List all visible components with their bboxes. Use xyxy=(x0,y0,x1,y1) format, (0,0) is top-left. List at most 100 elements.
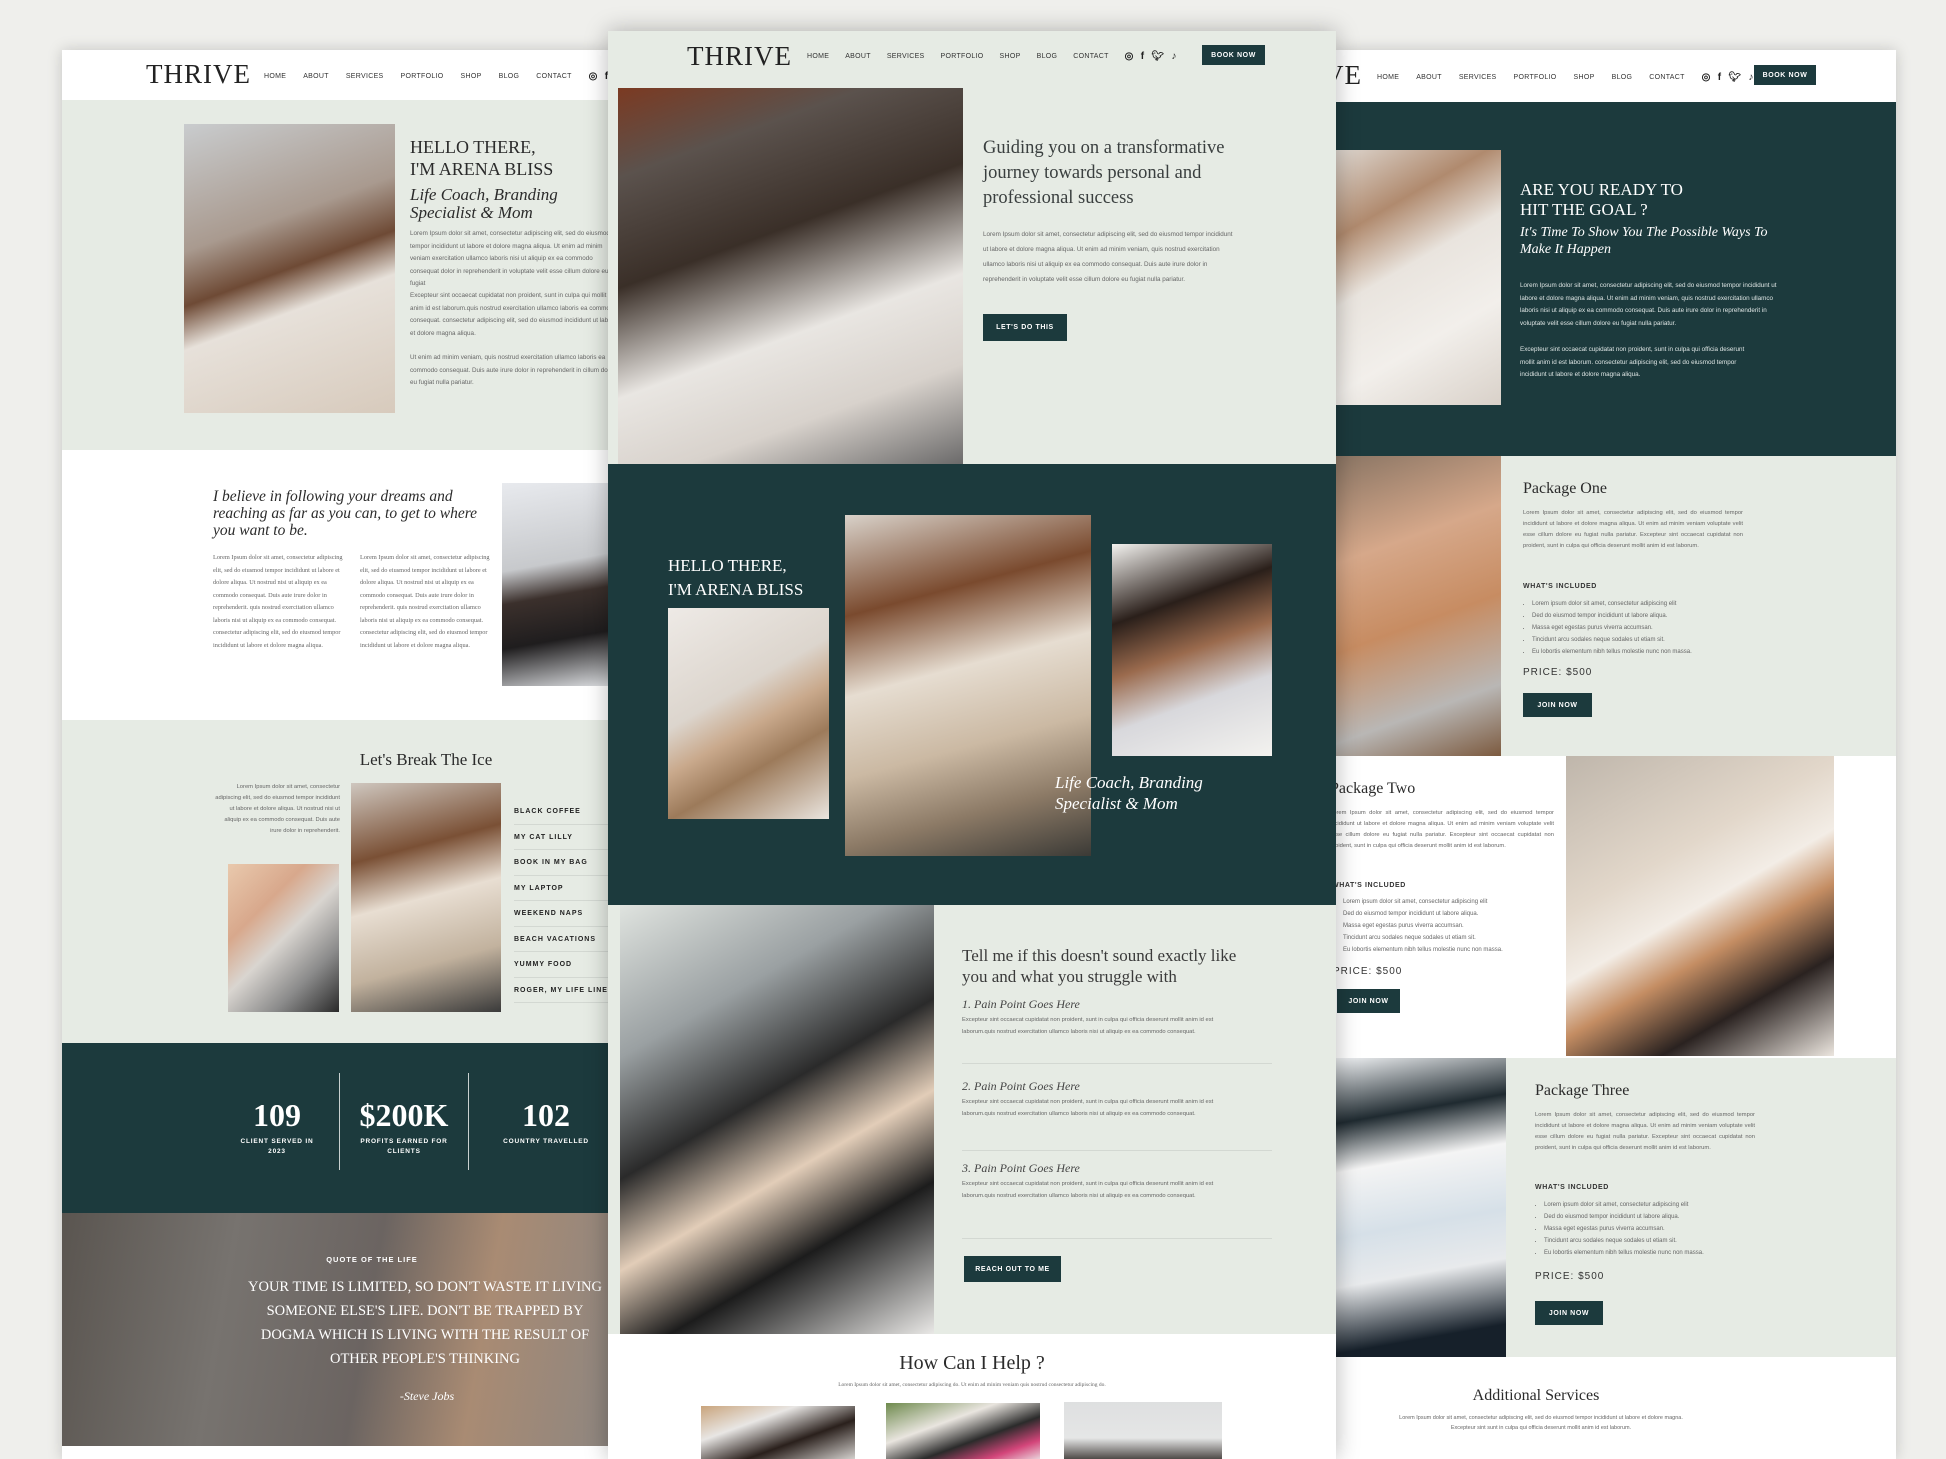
hero-subtitle: Life Coach, Branding Specialist & Mom xyxy=(410,185,558,222)
photo-woman-plants xyxy=(1336,150,1501,405)
package-price: PRICE: $500 xyxy=(1535,1271,1605,1282)
photo-reading-book xyxy=(1566,756,1834,1056)
nav-shop[interactable]: SHOP xyxy=(1000,53,1021,60)
package-description: Lorem Ipsum dolor sit amet, consectetur … xyxy=(1336,810,1554,849)
included-label: WHAT'S INCLUDED xyxy=(1535,1184,1609,1191)
included-label: WHAT'S INCLUDED xyxy=(1336,882,1406,889)
facebook-icon[interactable]: f xyxy=(1718,72,1722,83)
nav-contact[interactable]: CONTACT xyxy=(1073,53,1108,60)
intro-subtitle: Life Coach, Branding Specialist & Mom xyxy=(1055,773,1203,813)
tiktok-icon[interactable]: ♪ xyxy=(1748,72,1753,83)
facebook-icon[interactable]: f xyxy=(1141,51,1145,62)
intro-section: HELLO THERE, I'M ARENA BLISS Life Coach, … xyxy=(608,464,1336,905)
goal-section: ARE YOU READY TO HIT THE GOAL ? It's Time… xyxy=(1336,102,1896,456)
photo-woman-reading xyxy=(351,783,501,1012)
logo[interactable]: THRIVE xyxy=(1336,60,1362,91)
favorite-item: YUMMY FOOD xyxy=(514,952,610,978)
photo-woman-laptop-floor xyxy=(618,88,963,464)
nav-blog[interactable]: BLOG xyxy=(499,73,520,80)
nav-services[interactable]: SERVICES xyxy=(346,73,384,80)
main-nav: HOME ABOUT SERVICES PORTFOLIO SHOP BLOG CONTAC… xyxy=(264,71,608,82)
included-item: Massa eget egestas purus viverra accumsa… xyxy=(1532,622,1763,634)
included-item: Lorem ipsum dolor sit amet, consectetur … xyxy=(1544,1199,1775,1211)
favorites-list: BLACK COFFEE MY CAT LILLY BOOK IN MY BAG MY… xyxy=(514,799,610,1003)
nav-about[interactable]: ABOUT xyxy=(303,73,329,80)
nav-shop[interactable]: SHOP xyxy=(1574,74,1595,81)
nav-home[interactable]: HOME xyxy=(1377,74,1399,81)
social-icons: ◎ f 🐦︎ ♪ xyxy=(1702,72,1754,83)
site-header: THRIVE HOME ABOUT SERVICES PORTFOLIO SHOP BLO… xyxy=(1336,50,1896,102)
social-icons: ◎ f xyxy=(589,71,609,82)
nav-services[interactable]: SERVICES xyxy=(887,53,925,60)
instagram-icon[interactable]: ◎ xyxy=(1702,72,1711,83)
instagram-icon[interactable]: ◎ xyxy=(1125,51,1134,62)
join-now-button[interactable]: JOIN NOW xyxy=(1535,1301,1603,1325)
nav-portfolio[interactable]: PORTFOLIO xyxy=(401,73,444,80)
intro-title: HELLO THERE, I'M ARENA BLISS xyxy=(668,556,804,599)
nav-services[interactable]: SERVICES xyxy=(1459,74,1497,81)
book-now-button[interactable]: BOOK NOW xyxy=(1202,45,1265,65)
tiktok-icon[interactable]: ♪ xyxy=(1171,51,1176,62)
package-description: Lorem Ipsum dolor sit amet, consectetur … xyxy=(1535,1112,1755,1151)
package-two-section: Package Two Lorem Ipsum dolor sit amet, … xyxy=(1336,756,1896,1058)
nav-contact[interactable]: CONTACT xyxy=(1649,74,1684,81)
photo-book-flatlay xyxy=(228,864,339,1012)
twitter-icon[interactable]: 🐦︎ xyxy=(1151,51,1164,62)
instagram-icon[interactable]: ◎ xyxy=(589,71,598,82)
quote-text: YOUR TIME IS LIMITED, SO DON'T WASTE IT … xyxy=(248,1279,602,1367)
hero-title: Guiding you on a transformative journey … xyxy=(983,138,1225,208)
nav-blog[interactable]: BLOG xyxy=(1612,74,1633,81)
included-item: Lorem ipsum dolor sit amet, consectetur … xyxy=(1343,896,1564,908)
lets-do-this-button[interactable]: LET'S DO THIS xyxy=(983,314,1067,341)
included-item: Massa eget egestas purus viverra accumsa… xyxy=(1544,1223,1775,1235)
photo-woman-headphones xyxy=(184,124,395,413)
home-page-preview: THRIVE HOME ABOUT SERVICES PORTFOLIO SHOP BLO… xyxy=(608,31,1336,1459)
join-now-button[interactable]: JOIN NOW xyxy=(1523,693,1592,717)
pain-title: Tell me if this doesn't sound exactly li… xyxy=(962,946,1237,986)
nav-shop[interactable]: SHOP xyxy=(461,73,482,80)
nav-portfolio[interactable]: PORTFOLIO xyxy=(1514,74,1557,81)
included-list: Lorem ipsum dolor sit amet, consectetur … xyxy=(1535,1199,1775,1259)
favorite-item: ROGER, MY LIFE LINE xyxy=(514,978,610,1003)
favorite-item: MY CAT LILLY xyxy=(514,825,610,850)
pain-point-1: 1. Pain Point Goes Here Excepteur sint oc… xyxy=(962,997,1272,1064)
favorite-item: BLACK COFFEE xyxy=(514,799,610,825)
included-item: Lorem ipsum dolor sit amet, consectetur … xyxy=(1532,598,1763,610)
stat-profits: $200K PROFITS EARNED FOR CLIENTS xyxy=(359,1097,449,1155)
hero-title: HELLO THERE, I'M ARENA BLISS xyxy=(410,137,554,179)
book-now-button[interactable]: BOOK NOW xyxy=(1754,65,1816,85)
quote-author: -Steve Jobs xyxy=(399,1389,455,1403)
stat-clients: 109 CLIENT SERVED IN 2023 xyxy=(240,1097,314,1155)
belief-quote: I believe in following your dreams and r… xyxy=(213,488,478,539)
quote-kicker: QUOTE OF THE LIFE xyxy=(326,1255,418,1264)
photo-service-2 xyxy=(886,1403,1040,1459)
reach-out-button[interactable]: REACH OUT TO ME xyxy=(964,1256,1061,1282)
included-item: Eu lobortis elementum nibh tellus molest… xyxy=(1532,646,1763,658)
stat-countries: 102 COUNTRY TRAVELLED xyxy=(503,1097,589,1145)
goal-title: ARE YOU READY TO HIT THE GOAL ? xyxy=(1520,180,1683,219)
main-nav: HOME ABOUT SERVICES PORTFOLIO SHOP BLOG CONTAC… xyxy=(1377,72,1754,83)
nav-home[interactable]: HOME xyxy=(264,73,286,80)
nav-about[interactable]: ABOUT xyxy=(1416,74,1442,81)
logo[interactable]: THRIVE xyxy=(146,59,251,90)
goal-subtitle: It's Time To Show You The Possible Ways … xyxy=(1520,225,1768,257)
photo-service-1 xyxy=(701,1406,855,1459)
about-page-preview: THRIVE HOME ABOUT SERVICES PORTFOLIO SHOP BLO… xyxy=(62,50,610,1459)
nav-about[interactable]: ABOUT xyxy=(845,53,871,60)
nav-portfolio[interactable]: PORTFOLIO xyxy=(941,53,984,60)
nav-blog[interactable]: BLOG xyxy=(1037,53,1058,60)
services-page-preview: THRIVE HOME ABOUT SERVICES PORTFOLIO SHOP BLO… xyxy=(1336,50,1896,1459)
goal-paragraph-1: Lorem Ipsum dolor sit amet, consectetur … xyxy=(1520,282,1777,327)
photo-woman-laughing xyxy=(1112,544,1272,756)
join-now-button[interactable]: JOIN NOW xyxy=(1337,989,1400,1013)
hero-paragraph-3: Ut enim ad minim veniam, quis nostrud ex… xyxy=(410,354,610,386)
stat-divider xyxy=(339,1073,340,1170)
logo[interactable]: THRIVE xyxy=(687,41,792,72)
nav-contact[interactable]: CONTACT xyxy=(536,73,571,80)
package-title: Package Two xyxy=(1336,780,1416,797)
how-can-i-help-section: How Can I Help ? Lorem Ipsum dolor sit a… xyxy=(608,1334,1336,1459)
nav-home[interactable]: HOME xyxy=(807,53,829,60)
help-text: Lorem Ipsum dolor sit amet, consectetur … xyxy=(838,1382,1106,1388)
package-one-section: Package One Lorem Ipsum dolor sit amet, … xyxy=(1336,456,1896,756)
twitter-icon[interactable]: 🐦︎ xyxy=(1728,72,1741,83)
